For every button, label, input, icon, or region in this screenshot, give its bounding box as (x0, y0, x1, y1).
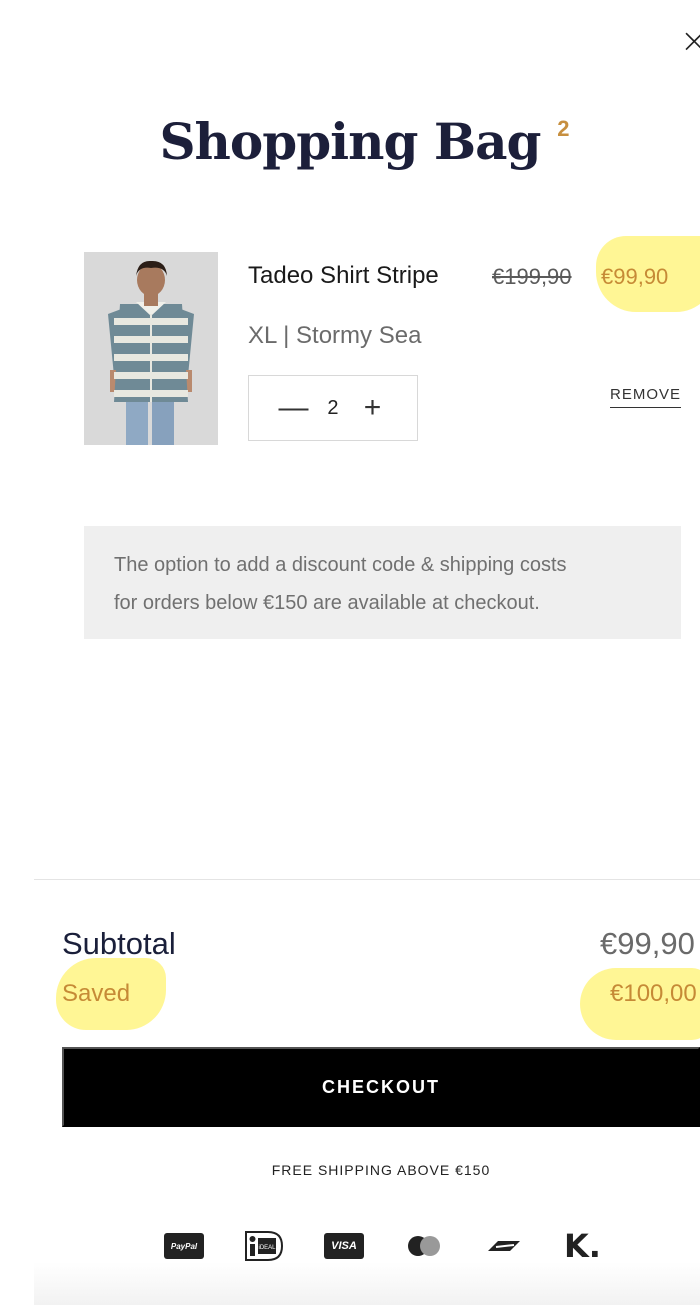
sofort-icon (484, 1233, 524, 1259)
summary-divider (34, 879, 700, 880)
product-photo-icon (84, 252, 218, 445)
page-title-text: Shopping Bag (159, 112, 541, 171)
decrease-quantity-button[interactable]: — (278, 393, 308, 423)
checkout-notice: The option to add a discount code & ship… (84, 526, 681, 639)
payment-methods: PayPal iDEAL VISA K. (160, 1226, 620, 1266)
page-header: Shopping Bag 2 (0, 112, 700, 171)
notice-line-2: for orders below €150 are available at c… (114, 592, 540, 614)
quantity-value: 2 (327, 396, 339, 419)
mastercard-icon (404, 1233, 444, 1259)
klarna-icon: K. (564, 1227, 601, 1265)
increase-quantity-button[interactable]: + (358, 393, 388, 423)
ideal-icon: iDEAL (244, 1230, 284, 1262)
saved-value: €100,00 (610, 980, 697, 1007)
product-variant: XL | Stormy Sea (248, 322, 422, 349)
page-title: Shopping Bag 2 (159, 112, 569, 171)
original-price: €199,90 (492, 264, 572, 289)
notice-line-1: The option to add a discount code & ship… (114, 554, 567, 576)
saved-label: Saved (62, 980, 131, 1007)
subtotal-value: €99,90 (600, 926, 695, 961)
product-image[interactable] (84, 252, 218, 445)
bottom-fade (34, 1262, 700, 1305)
product-name[interactable]: Tadeo Shirt Stripe (248, 262, 439, 290)
sale-price: €99,90 (601, 264, 669, 289)
paypal-icon: PayPal (164, 1233, 204, 1259)
checkout-button[interactable]: CHECKOUT (62, 1047, 700, 1127)
close-icon[interactable]: × (680, 24, 700, 60)
visa-icon: VISA (324, 1233, 364, 1259)
cart-count-badge: 2 (557, 116, 569, 141)
free-shipping-text: FREE SHIPPING ABOVE €150 (271, 1162, 491, 1178)
subtotal-label: Subtotal (62, 926, 176, 961)
remove-item-link[interactable]: REMOVE (610, 386, 682, 408)
ideal-label: iDEAL (258, 1245, 276, 1251)
quantity-stepper: — 2 + (248, 375, 418, 441)
